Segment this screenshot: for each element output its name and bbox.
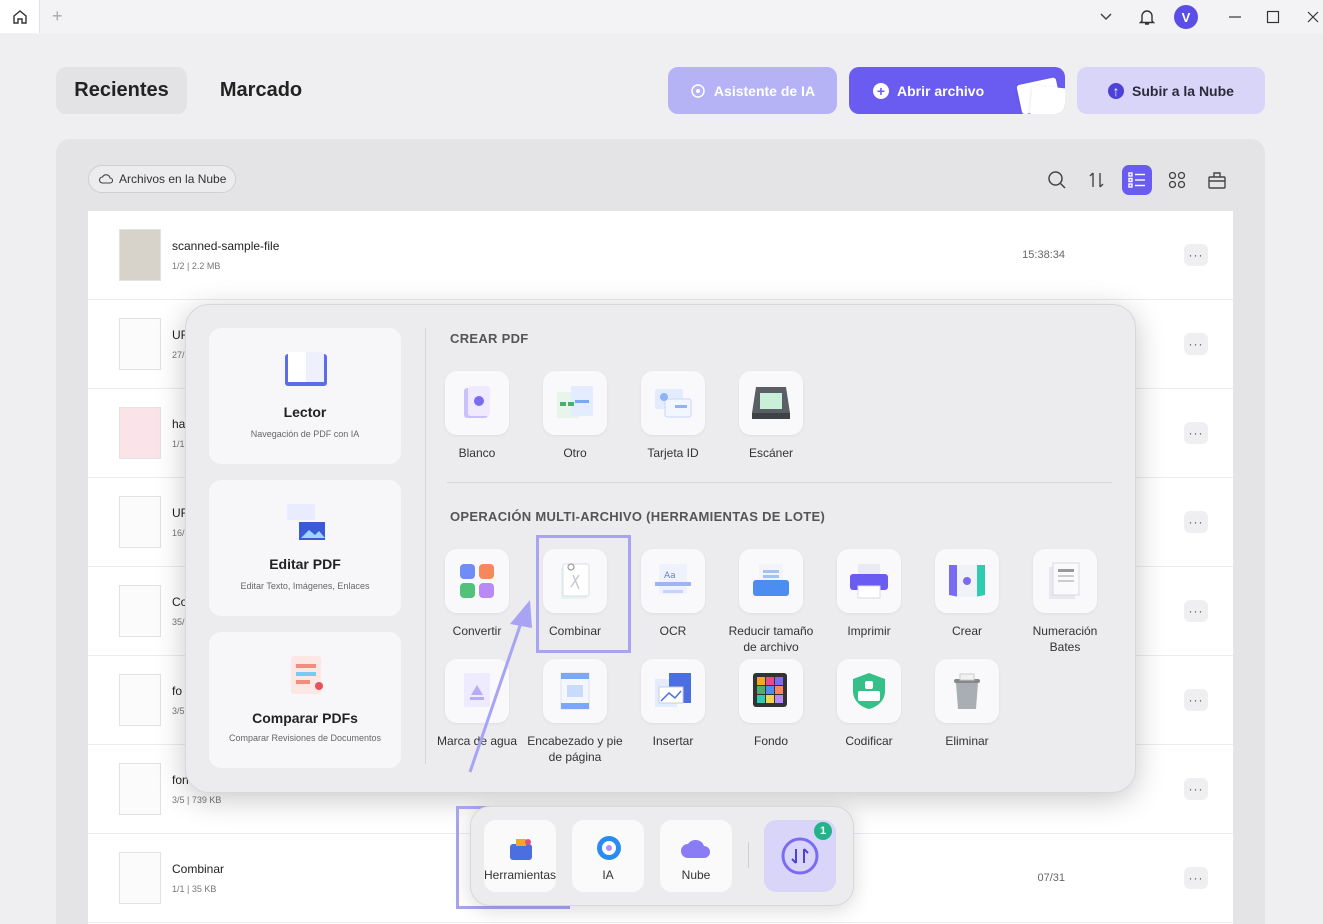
dock-ai-button[interactable]: IA [572,820,644,892]
dock-cloud-label: Nube [681,868,711,882]
dock-ai-label: IA [602,868,614,882]
dock-divider [748,842,749,868]
sync-icon [781,837,819,875]
toolbox-color-icon [510,839,532,860]
dock-tools-label: Herramientas [484,868,557,882]
dock-tools-button[interactable]: Herramientas [484,820,556,892]
ai-sparkle-icon [597,836,621,860]
arrow-annotation [468,600,532,773]
cloud-color-icon [681,839,710,858]
dock-cloud-button[interactable]: Nube [660,820,732,892]
notification-badge: 1 [814,822,832,840]
